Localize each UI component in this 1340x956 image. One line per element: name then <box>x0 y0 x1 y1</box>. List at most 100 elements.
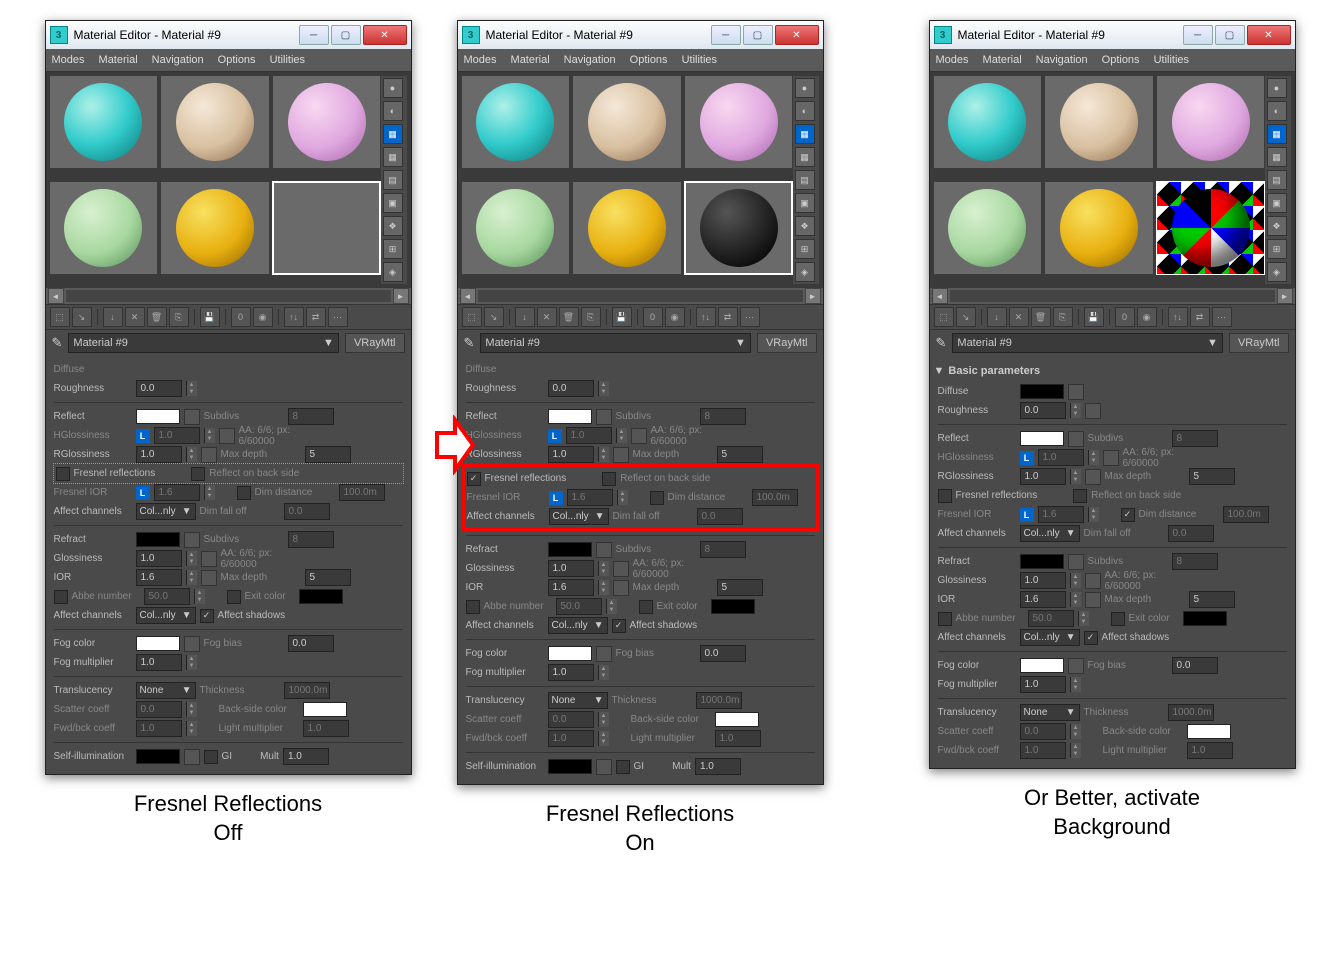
maxdepth-spinner[interactable]: 5 <box>1189 468 1235 485</box>
gloss-spinner[interactable]: 1.0 <box>548 560 594 577</box>
slot-5[interactable] <box>161 182 269 274</box>
options-icon[interactable]: ❖ <box>795 216 815 236</box>
refr-affectch-dropdown[interactable]: Col...nly▼ <box>136 607 196 624</box>
maximize-button[interactable]: ▢ <box>331 25 361 45</box>
reset-icon[interactable]: ✕ <box>125 307 145 327</box>
copy-icon[interactable]: ⎘ <box>169 307 189 327</box>
options-icon[interactable]: ❖ <box>383 216 403 236</box>
menu-navigation[interactable]: Navigation <box>152 54 204 66</box>
fwdbck-spinner[interactable]: 1.0 <box>1020 742 1066 759</box>
menu-utilities[interactable]: Utilities <box>270 54 305 66</box>
dimdist-checkbox[interactable] <box>1121 508 1135 522</box>
exit-swatch[interactable] <box>711 599 755 614</box>
roughness-spinner[interactable]: 0.0 <box>136 380 182 397</box>
refract-map[interactable] <box>596 542 612 558</box>
close-button[interactable]: ✕ <box>775 25 819 45</box>
hgloss-spinner[interactable]: 1.0 <box>566 427 612 444</box>
gloss-map[interactable] <box>1085 573 1101 589</box>
more-icon[interactable]: ⋯ <box>1212 307 1232 327</box>
dimfall-spinner[interactable]: 0.0 <box>284 503 330 520</box>
assign-icon[interactable]: ↓ <box>515 307 535 327</box>
reflect-swatch[interactable] <box>548 409 592 424</box>
minimize-button[interactable]: ─ <box>1183 25 1213 45</box>
get-material-icon[interactable]: ⬚ <box>934 307 954 327</box>
dimfall-spinner[interactable]: 0.0 <box>1168 525 1214 542</box>
mult-spinner[interactable]: 1.0 <box>283 748 329 765</box>
material-name-field[interactable]: Material #9▼ <box>480 333 751 353</box>
gloss-spinner[interactable]: 1.0 <box>136 550 182 567</box>
fogbias-spinner[interactable]: 0.0 <box>1172 657 1218 674</box>
slot-2[interactable] <box>1045 76 1153 168</box>
slot-6-selected[interactable] <box>1157 182 1265 274</box>
gosibling-icon[interactable]: ⇄ <box>1190 307 1210 327</box>
thick-spinner[interactable]: 1000.0m <box>284 682 330 699</box>
menu-navigation[interactable]: Navigation <box>1036 54 1088 66</box>
id0-icon[interactable]: 0 <box>231 307 251 327</box>
backside-checkbox[interactable] <box>602 472 616 486</box>
rollout-header[interactable]: ▼Basic parameters <box>934 362 1291 380</box>
shadows-checkbox[interactable] <box>1084 631 1098 645</box>
gloss-spinner[interactable]: 1.0 <box>1020 572 1066 589</box>
refr-maxdepth-spinner[interactable]: 5 <box>305 569 351 586</box>
get-material-icon[interactable]: ⬚ <box>50 307 70 327</box>
menu-options[interactable]: Options <box>1102 54 1140 66</box>
copy-icon[interactable]: ⎘ <box>581 307 601 327</box>
show-icon[interactable]: ◉ <box>1137 307 1157 327</box>
close-button[interactable]: ✕ <box>1247 25 1291 45</box>
id0-icon[interactable]: 0 <box>643 307 663 327</box>
fresnel-checkbox[interactable] <box>56 467 70 481</box>
goparent-icon[interactable]: ↑↓ <box>696 307 716 327</box>
titlebar[interactable]: 3 Material Editor - Material #9 ─ ▢ ✕ <box>458 21 823 49</box>
material-type-button[interactable]: VRayMtl <box>757 333 817 353</box>
fogmult-spinner[interactable]: 1.0 <box>548 664 594 681</box>
fresnelior-spinner[interactable]: 1.6 <box>154 484 200 501</box>
mtl-id-icon[interactable]: ◈ <box>1267 262 1287 282</box>
video-check-icon[interactable]: ▤ <box>1267 170 1287 190</box>
dimfall-spinner[interactable]: 0.0 <box>697 508 743 525</box>
scatter-spinner[interactable]: 0.0 <box>136 701 182 718</box>
rgloss-map[interactable] <box>1085 469 1101 485</box>
show-icon[interactable]: ◉ <box>253 307 273 327</box>
put-scene-icon[interactable]: ↘ <box>72 307 92 327</box>
titlebar[interactable]: 3 Material Editor - Material #9 ─ ▢ ✕ <box>46 21 411 49</box>
refract-map[interactable] <box>1068 554 1084 570</box>
fresnelior-spinner[interactable]: 1.6 <box>1038 506 1084 523</box>
backside-checkbox[interactable] <box>1073 489 1087 503</box>
maximize-button[interactable]: ▢ <box>743 25 773 45</box>
ior-lock[interactable]: L <box>136 486 150 500</box>
background-icon[interactable]: ▦ <box>383 124 403 144</box>
mtl-id-icon[interactable]: ◈ <box>795 262 815 282</box>
diffuse-swatch[interactable] <box>1020 384 1064 399</box>
trans-dropdown[interactable]: None▼ <box>1020 704 1080 721</box>
mtl-id-icon[interactable]: ◈ <box>383 262 403 282</box>
backcol-swatch[interactable] <box>715 712 759 727</box>
menu-navigation[interactable]: Navigation <box>564 54 616 66</box>
refr-subdivs-spinner[interactable]: 8 <box>288 531 334 548</box>
minimize-button[interactable]: ─ <box>299 25 329 45</box>
titlebar[interactable]: 3 Material Editor - Material #9 ─ ▢ ✕ <box>930 21 1295 49</box>
menu-modes[interactable]: Modes <box>52 54 85 66</box>
hgloss-map[interactable] <box>219 428 235 444</box>
assign-icon[interactable]: ↓ <box>103 307 123 327</box>
ior-map[interactable] <box>613 580 629 596</box>
material-name-field[interactable]: Material #9▼ <box>952 333 1223 353</box>
slot-3[interactable] <box>1157 76 1265 168</box>
exit-swatch[interactable] <box>1183 611 1227 626</box>
copy-icon[interactable]: ⎘ <box>1053 307 1073 327</box>
material-type-button[interactable]: VRayMtl <box>345 333 405 353</box>
roughness-spinner[interactable]: 0.0 <box>548 380 594 397</box>
selfillum-map[interactable] <box>184 749 200 765</box>
id0-icon[interactable]: 0 <box>1115 307 1135 327</box>
refract-map[interactable] <box>184 532 200 548</box>
save-icon[interactable]: 💾 <box>200 307 220 327</box>
assign-icon[interactable]: ↓ <box>987 307 1007 327</box>
thick-spinner[interactable]: 1000.0m <box>696 692 742 709</box>
eyedropper-icon[interactable]: ✎ <box>52 335 63 351</box>
rgloss-map[interactable] <box>613 447 629 463</box>
goparent-icon[interactable]: ↑↓ <box>1168 307 1188 327</box>
preview-icon[interactable]: ▣ <box>795 193 815 213</box>
maximize-button[interactable]: ▢ <box>1215 25 1245 45</box>
lightmult-spinner[interactable]: 1.0 <box>303 720 349 737</box>
shadows-checkbox[interactable] <box>200 609 214 623</box>
fresnel-checkbox[interactable] <box>938 489 952 503</box>
